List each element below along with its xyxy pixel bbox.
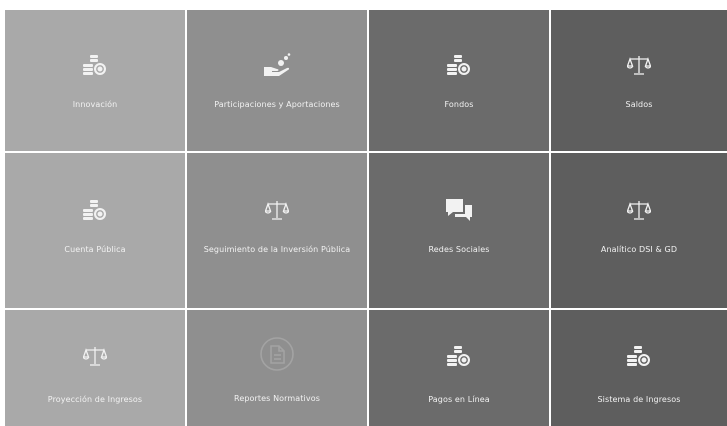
document-circle-icon [259, 336, 295, 372]
tile-label: Participaciones y Aportaciones [214, 100, 340, 109]
tile-reportes-normativos[interactable]: Reportes Normativos [187, 310, 369, 426]
scale-icon [624, 197, 654, 223]
tile-label: Fondos [444, 100, 474, 109]
chat-bubbles-icon [444, 197, 474, 223]
tile-label: Innovación [72, 100, 118, 109]
tile-proyeccion-ingresos[interactable]: Proyección de Ingresos [5, 310, 187, 426]
tile-label: Proyección de Ingresos [47, 395, 143, 404]
dashboard-tile-grid: Innovación Participaciones y Aportacione… [5, 10, 727, 426]
tile-label: Saldos [625, 100, 653, 109]
tile-seguimiento-inversion-publica[interactable]: Seguimiento de la Inversión Pública [187, 153, 369, 310]
hand-coins-icon [262, 52, 292, 78]
scale-icon [80, 343, 110, 369]
coins-icon [80, 52, 110, 78]
tile-label: Cuenta Pública [64, 245, 126, 254]
scale-icon [624, 52, 654, 78]
tile-pagos-en-linea[interactable]: Pagos en Línea [369, 310, 551, 426]
tile-label: Seguimiento de la Inversión Pública [203, 245, 351, 254]
tile-fondos[interactable]: Fondos [369, 10, 551, 153]
tile-cuenta-publica[interactable]: Cuenta Pública [5, 153, 187, 310]
coins-icon [624, 343, 654, 369]
tile-sistema-ingresos[interactable]: Sistema de Ingresos [551, 310, 727, 426]
tile-participaciones-aportaciones[interactable]: Participaciones y Aportaciones [187, 10, 369, 153]
tile-saldos[interactable]: Saldos [551, 10, 727, 153]
coins-icon [80, 197, 110, 223]
coins-icon [444, 52, 474, 78]
tile-label: Redes Sociales [428, 245, 490, 254]
scale-icon [262, 197, 292, 223]
tile-redes-sociales[interactable]: Redes Sociales [369, 153, 551, 310]
tile-label: Pagos en Línea [428, 395, 490, 404]
coins-icon [444, 343, 474, 369]
tile-label: Sistema de Ingresos [597, 395, 681, 404]
tile-innovacion[interactable]: Innovación [5, 10, 187, 153]
tile-label: Reportes Normativos [234, 394, 320, 403]
tile-analitico-dsi-gd[interactable]: Analítico DSI & GD [551, 153, 727, 310]
tile-label: Analítico DSI & GD [600, 245, 678, 254]
